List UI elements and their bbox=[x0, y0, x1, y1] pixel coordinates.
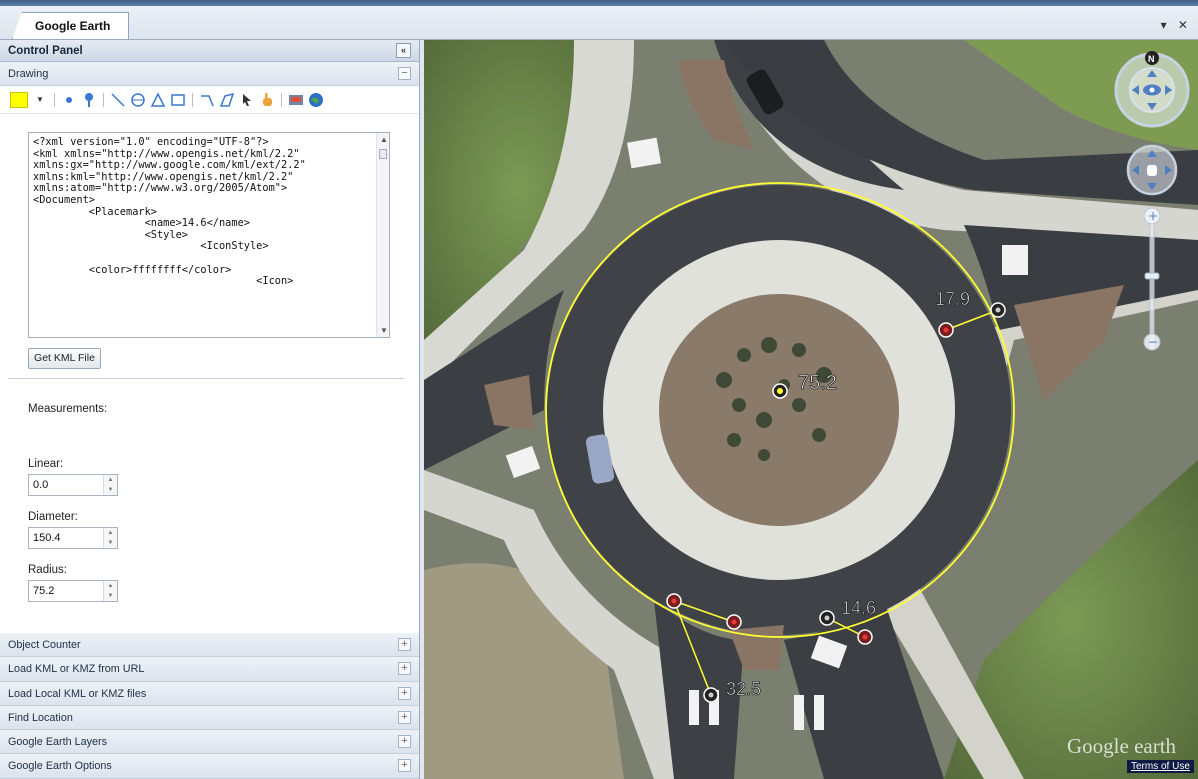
drawing-toolbar: ▼ bbox=[0, 86, 419, 114]
expand-icon[interactable]: + bbox=[398, 686, 411, 700]
polygon-tool-icon[interactable] bbox=[219, 92, 235, 108]
linear-value: 0.0 bbox=[33, 479, 49, 491]
section-earth-options[interactable]: Google Earth Options + bbox=[0, 754, 419, 779]
kml-output-textarea[interactable]: <?xml version="1.0" encoding="UTF-8"?> <… bbox=[28, 132, 390, 338]
zoom-slider[interactable]: + − bbox=[1143, 207, 1161, 351]
section-find-location[interactable]: Find Location + bbox=[0, 705, 419, 731]
control-panel: Control Panel « Drawing − ▼ <?xml versio… bbox=[0, 40, 420, 779]
tab-controls[interactable]: ▾ ✕ bbox=[1161, 18, 1192, 32]
radius-marker-label: 75.2 bbox=[798, 372, 837, 394]
map-navigation-controls[interactable]: N + − bbox=[1110, 48, 1194, 358]
fill-color-swatch[interactable] bbox=[10, 91, 28, 108]
control-panel-header: Control Panel « bbox=[0, 40, 419, 62]
kml-scrollbar[interactable]: ▲ ▼ bbox=[376, 133, 389, 337]
drawing-section-header[interactable]: Drawing − bbox=[0, 62, 419, 86]
point-marker bbox=[819, 610, 835, 626]
terms-of-use-link[interactable]: Terms of Use bbox=[1127, 760, 1194, 773]
diameter-value: 150.4 bbox=[33, 532, 61, 544]
radius-input[interactable]: 75.2 ▲ ▼ bbox=[28, 580, 118, 602]
section-title: Find Location bbox=[8, 711, 73, 724]
triangle-tool-icon[interactable] bbox=[150, 91, 166, 108]
radius-label: Radius: bbox=[28, 564, 67, 576]
measurement-overlay: 75.2 17.9 14.6 32.5 bbox=[545, 182, 1015, 703]
marker-label: 14.6 bbox=[841, 598, 876, 618]
section-title: Google Earth Options bbox=[8, 760, 112, 773]
tab-google-earth[interactable]: Google Earth bbox=[12, 12, 130, 39]
get-kml-file-button[interactable]: Get KML File bbox=[28, 348, 101, 369]
section-load-local-kml[interactable]: Load Local KML or KMZ files + bbox=[0, 681, 419, 706]
globe-tool-icon[interactable] bbox=[308, 92, 324, 108]
expand-icon[interactable]: + bbox=[398, 638, 411, 651]
title-bar-accent bbox=[0, 0, 1198, 6]
point-tool-icon[interactable] bbox=[61, 92, 77, 108]
section-object-counter[interactable]: Object Counter + bbox=[0, 633, 419, 658]
marker-label: 17.9 bbox=[935, 289, 970, 309]
placemark-tool-icon[interactable] bbox=[81, 92, 97, 108]
linear-spinner-icon[interactable]: ▲ ▼ bbox=[103, 475, 117, 495]
color-dropdown-icon[interactable]: ▼ bbox=[32, 92, 48, 108]
rectangle-tool-icon[interactable] bbox=[170, 92, 186, 108]
svg-text:+: + bbox=[1148, 209, 1158, 223]
point-marker bbox=[857, 629, 873, 645]
tab-strip: Google Earth ▾ ✕ bbox=[0, 0, 1198, 40]
toolbar-separator bbox=[192, 92, 193, 107]
diameter-label: Diameter: bbox=[28, 511, 78, 523]
section-earth-layers[interactable]: Google Earth Layers + bbox=[0, 730, 419, 755]
circle-tool-icon[interactable] bbox=[130, 92, 146, 108]
radius-value: 75.2 bbox=[33, 585, 55, 597]
collapse-panel-icon[interactable]: « bbox=[396, 43, 411, 58]
point-marker bbox=[666, 593, 682, 609]
circle-center-marker bbox=[772, 383, 788, 399]
section-title: Object Counter bbox=[8, 639, 81, 651]
point-marker bbox=[703, 687, 719, 703]
expand-icon[interactable]: + bbox=[398, 735, 411, 749]
measured-circle bbox=[545, 182, 1015, 638]
path-tool-icon[interactable] bbox=[199, 92, 215, 108]
select-tool-icon[interactable] bbox=[239, 92, 255, 108]
earth-map-view[interactable]: 75.2 17.9 14.6 32.5 N + − Google earth T… bbox=[424, 40, 1198, 779]
diameter-spinner-icon[interactable]: ▲ ▼ bbox=[103, 528, 117, 548]
screenshot-tool-icon[interactable] bbox=[288, 92, 304, 108]
section-divider bbox=[8, 378, 404, 379]
scroll-thumb[interactable] bbox=[379, 149, 387, 159]
line-tool-icon[interactable] bbox=[110, 92, 126, 108]
drawing-section-title: Drawing bbox=[8, 68, 49, 80]
control-panel-title: Control Panel bbox=[8, 45, 83, 57]
google-earth-watermark: Google earth bbox=[1067, 734, 1177, 758]
kml-output-text: <?xml version="1.0" encoding="UTF-8"?> <… bbox=[33, 136, 306, 288]
section-title: Load KML or KMZ from URL bbox=[8, 663, 145, 676]
compass-n-label: N bbox=[1148, 54, 1155, 64]
section-title: Google Earth Layers bbox=[8, 736, 108, 749]
collapsed-sections: Object Counter + Load KML or KMZ from UR… bbox=[0, 633, 419, 779]
pan-control[interactable] bbox=[1126, 144, 1178, 196]
linear-label: Linear: bbox=[28, 458, 64, 470]
toolbar-separator bbox=[281, 92, 282, 107]
radius-spinner-icon[interactable]: ▲ ▼ bbox=[103, 581, 117, 601]
scroll-up-icon[interactable]: ▲ bbox=[380, 135, 388, 144]
expand-icon[interactable]: + bbox=[398, 662, 411, 676]
expand-icon[interactable]: + bbox=[398, 759, 411, 773]
diameter-input[interactable]: 150.4 ▲ ▼ bbox=[28, 527, 118, 549]
point-marker bbox=[726, 614, 742, 630]
pan-hand-icon bbox=[1147, 165, 1157, 176]
marker-label: 32.5 bbox=[726, 679, 761, 699]
expand-icon[interactable]: + bbox=[398, 710, 411, 724]
section-title: Load Local KML or KMZ files bbox=[8, 687, 147, 700]
toolbar-separator bbox=[54, 92, 55, 107]
zoom-thumb bbox=[1144, 272, 1160, 280]
section-load-kml-url[interactable]: Load KML or KMZ from URL + bbox=[0, 657, 419, 682]
point-marker bbox=[938, 322, 954, 338]
scroll-down-icon[interactable]: ▼ bbox=[380, 326, 388, 335]
svg-text:−: − bbox=[1148, 335, 1158, 349]
point-marker bbox=[990, 302, 1006, 318]
drawing-collapse-icon[interactable]: − bbox=[398, 67, 411, 80]
toolbar-separator bbox=[103, 92, 104, 107]
measurements-label: Measurements: bbox=[28, 403, 108, 415]
hand-tool-icon[interactable] bbox=[259, 92, 275, 108]
linear-input[interactable]: 0.0 ▲ ▼ bbox=[28, 474, 118, 496]
